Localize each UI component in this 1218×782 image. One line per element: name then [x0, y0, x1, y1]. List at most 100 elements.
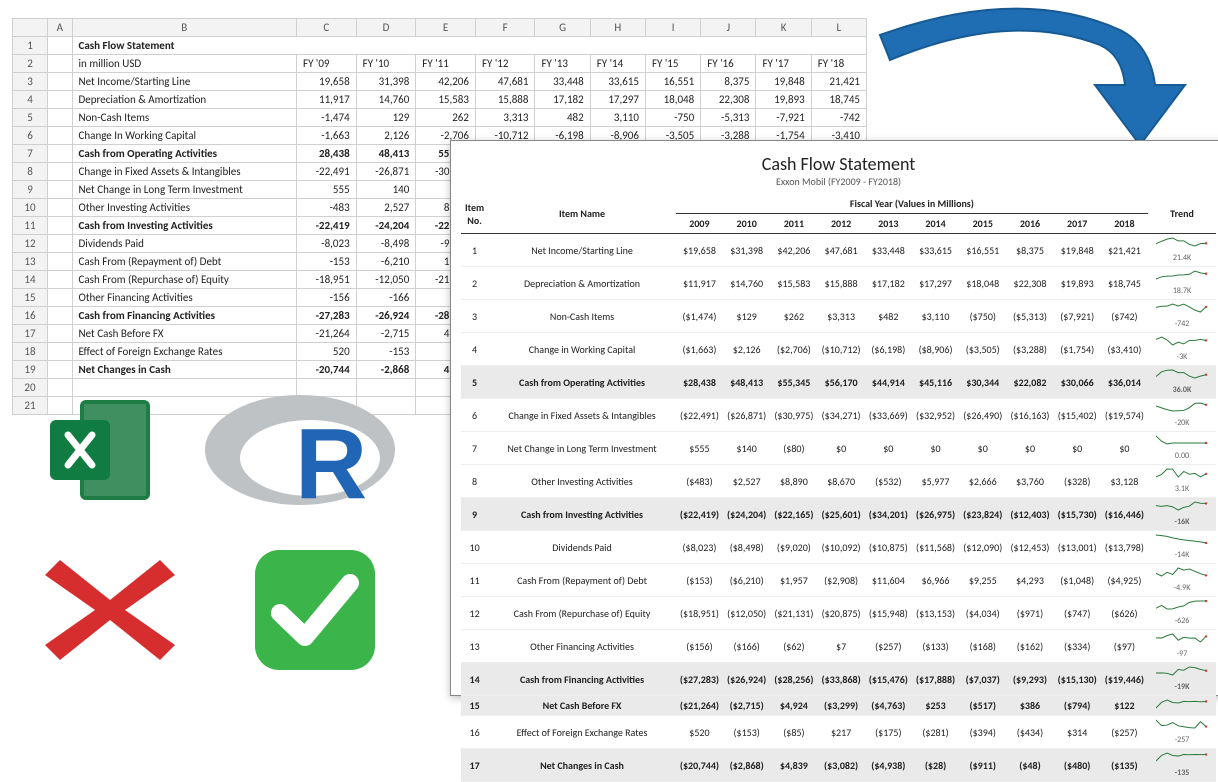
line-item-label[interactable]: Change In Working Capital [72, 127, 296, 145]
cell-value[interactable]: -166 [356, 289, 416, 307]
cell-value[interactable]: 14,760 [356, 91, 416, 109]
cell-value[interactable]: 8,375 [701, 73, 756, 91]
cell-value[interactable]: -26,924 [356, 307, 416, 325]
cell-value[interactable]: -22,419 [297, 217, 357, 235]
col-header[interactable]: H [590, 19, 645, 37]
year-header[interactable]: FY '18 [811, 55, 866, 73]
year-header[interactable]: FY '14 [590, 55, 645, 73]
cell-value[interactable]: 17,182 [535, 91, 590, 109]
line-item-label[interactable]: Net Changes in Cash [72, 361, 296, 379]
cell-value[interactable]: 555 [297, 181, 357, 199]
cell-value[interactable]: 140 [356, 181, 416, 199]
cell-value[interactable]: -26,871 [356, 163, 416, 181]
cell-value[interactable]: 18,745 [811, 91, 866, 109]
line-item-label[interactable]: Net Cash Before FX [72, 325, 296, 343]
col-header[interactable]: K [756, 19, 811, 37]
cell-value[interactable]: -5,313 [701, 109, 756, 127]
cell-value[interactable]: -1,663 [297, 127, 357, 145]
line-item-label[interactable]: Effect of Foreign Exchange Rates [72, 343, 296, 361]
line-item-label[interactable]: Depreciation & Amortization [72, 91, 296, 109]
year-header[interactable]: FY '15 [645, 55, 700, 73]
line-item-label[interactable]: Dividends Paid [72, 235, 296, 253]
cell-value[interactable]: -7,921 [756, 109, 811, 127]
cell-value[interactable]: 19,893 [756, 91, 811, 109]
line-item-label[interactable]: Cash From (Repayment of) Debt [72, 253, 296, 271]
cell-value[interactable]: 129 [356, 109, 416, 127]
cell-value[interactable]: 21,421 [811, 73, 866, 91]
cell-value[interactable]: 33,448 [535, 73, 590, 91]
cell-value[interactable]: 42,206 [416, 73, 476, 91]
year-header[interactable]: FY '11 [416, 55, 476, 73]
line-item-label[interactable]: Other Investing Activities [72, 199, 296, 217]
cell-value[interactable]: 3,313 [475, 109, 535, 127]
cell-value[interactable]: -2,868 [356, 361, 416, 379]
cell-value[interactable]: -1,474 [297, 109, 357, 127]
cell-value[interactable]: -156 [297, 289, 357, 307]
cell-value[interactable]: -2,715 [356, 325, 416, 343]
cell-value[interactable]: 31,398 [356, 73, 416, 91]
cell-value[interactable]: -153 [297, 253, 357, 271]
cell-value[interactable]: 19,848 [756, 73, 811, 91]
col-header[interactable]: E [416, 19, 476, 37]
col-header[interactable]: D [356, 19, 416, 37]
cell-value[interactable]: -153 [356, 343, 416, 361]
cell-value[interactable]: 11,917 [297, 91, 357, 109]
cell-value[interactable]: 47,681 [475, 73, 535, 91]
cell-value[interactable]: 2,527 [356, 199, 416, 217]
cell-value[interactable]: 262 [416, 109, 476, 127]
cell-value[interactable]: -750 [645, 109, 700, 127]
cell-value[interactable]: -21,264 [297, 325, 357, 343]
cell-value[interactable]: -8,023 [297, 235, 357, 253]
year-header[interactable]: FY '09 [297, 55, 357, 73]
cell-value[interactable]: 17,297 [590, 91, 645, 109]
cell-value[interactable]: 22,308 [701, 91, 756, 109]
cell-value[interactable]: 19,658 [297, 73, 357, 91]
line-item-label[interactable]: Net Change in Long Term Investment [72, 181, 296, 199]
col-header[interactable]: C [297, 19, 357, 37]
line-item-label[interactable]: Cash From (Repurchase of) Equity [72, 271, 296, 289]
col-header[interactable]: F [475, 19, 535, 37]
col-header[interactable]: B [72, 19, 296, 37]
cell-value[interactable]: -6,210 [356, 253, 416, 271]
line-item-label[interactable]: Other Financing Activities [72, 289, 296, 307]
cell-value[interactable]: -27,283 [297, 307, 357, 325]
sheet-title[interactable]: Cash Flow Statement [72, 37, 866, 55]
row-header[interactable]: 1 [13, 37, 48, 55]
cell-value[interactable]: 482 [535, 109, 590, 127]
cell-value[interactable]: -742 [811, 109, 866, 127]
cell-value[interactable]: 33,615 [590, 73, 645, 91]
line-item-label[interactable]: Cash from Financing Activities [72, 307, 296, 325]
cell-value[interactable]: 2,126 [356, 127, 416, 145]
year-header[interactable]: FY '17 [756, 55, 811, 73]
year-header[interactable]: FY '16 [701, 55, 756, 73]
col-header[interactable]: J [701, 19, 756, 37]
cell-value[interactable]: 520 [297, 343, 357, 361]
cell-value[interactable]: -24,204 [356, 217, 416, 235]
year-header[interactable]: FY '10 [356, 55, 416, 73]
cell-value[interactable]: -22,491 [297, 163, 357, 181]
cell-value[interactable]: 18,048 [645, 91, 700, 109]
col-header[interactable] [13, 19, 48, 37]
line-item-label[interactable]: Non-Cash Items [72, 109, 296, 127]
cell-value[interactable]: 16,551 [645, 73, 700, 91]
cell-value[interactable]: 15,888 [475, 91, 535, 109]
col-header[interactable]: A [48, 19, 73, 37]
cell-value[interactable]: -8,498 [356, 235, 416, 253]
cell-value[interactable]: -20,744 [297, 361, 357, 379]
col-header[interactable]: L [811, 19, 866, 37]
units-label[interactable]: in million USD [72, 55, 296, 73]
cell-value[interactable]: -18,951 [297, 271, 357, 289]
cell-value[interactable]: -483 [297, 199, 357, 217]
cell-value[interactable]: -12,050 [356, 271, 416, 289]
year-header[interactable]: FY '13 [535, 55, 590, 73]
cell-value[interactable]: 15,583 [416, 91, 476, 109]
cell-value[interactable]: 48,413 [356, 145, 416, 163]
line-item-label[interactable]: Cash from Operating Activities [72, 145, 296, 163]
year-header[interactable]: FY '12 [475, 55, 535, 73]
line-item-label[interactable]: Change in Fixed Assets & Intangibles [72, 163, 296, 181]
col-header[interactable]: G [535, 19, 590, 37]
cell-value[interactable]: 28,438 [297, 145, 357, 163]
col-header[interactable]: I [645, 19, 700, 37]
line-item-label[interactable]: Cash from Investing Activities [72, 217, 296, 235]
cell-value[interactable]: 3,110 [590, 109, 645, 127]
